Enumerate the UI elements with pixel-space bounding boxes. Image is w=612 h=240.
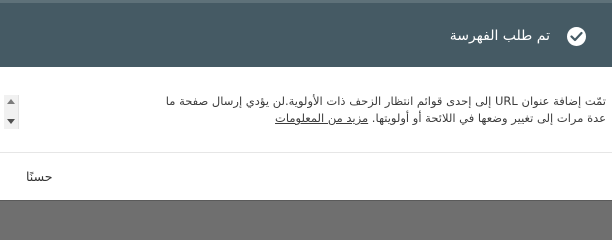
dialog-footer: حسنًا (0, 153, 612, 200)
header-top-border (0, 0, 612, 3)
ok-button[interactable]: حسنًا (18, 163, 60, 191)
message-line-2: عدة مرات إلى تغيير وضعها في اللائحة أو أ… (36, 110, 606, 127)
learn-more-link[interactable]: مزيد من المعلومات (275, 111, 368, 125)
dialog-message: تمّت إضافة عنوان URL إلى إحدى قوائم انتظ… (36, 93, 606, 127)
scroll-down-arrow-icon[interactable] (7, 119, 15, 124)
indexing-requested-dialog: تم طلب الفهرسة تمّت إضافة عنوان URL إلى … (0, 0, 612, 200)
dialog-header: تم طلب الفهرسة (0, 0, 612, 67)
message-line-2-text: عدة مرات إلى تغيير وضعها في اللائحة أو أ… (371, 111, 606, 125)
message-line-1: تمّت إضافة عنوان URL إلى إحدى قوائم انتظ… (165, 94, 606, 108)
text-scrollbar[interactable] (4, 95, 19, 129)
dialog-body: تمّت إضافة عنوان URL إلى إحدى قوائم انتظ… (0, 67, 612, 153)
check-circle-icon (567, 27, 586, 46)
scroll-up-arrow-icon[interactable] (7, 99, 15, 104)
dialog-title: تم طلب الفهرسة (449, 28, 550, 44)
